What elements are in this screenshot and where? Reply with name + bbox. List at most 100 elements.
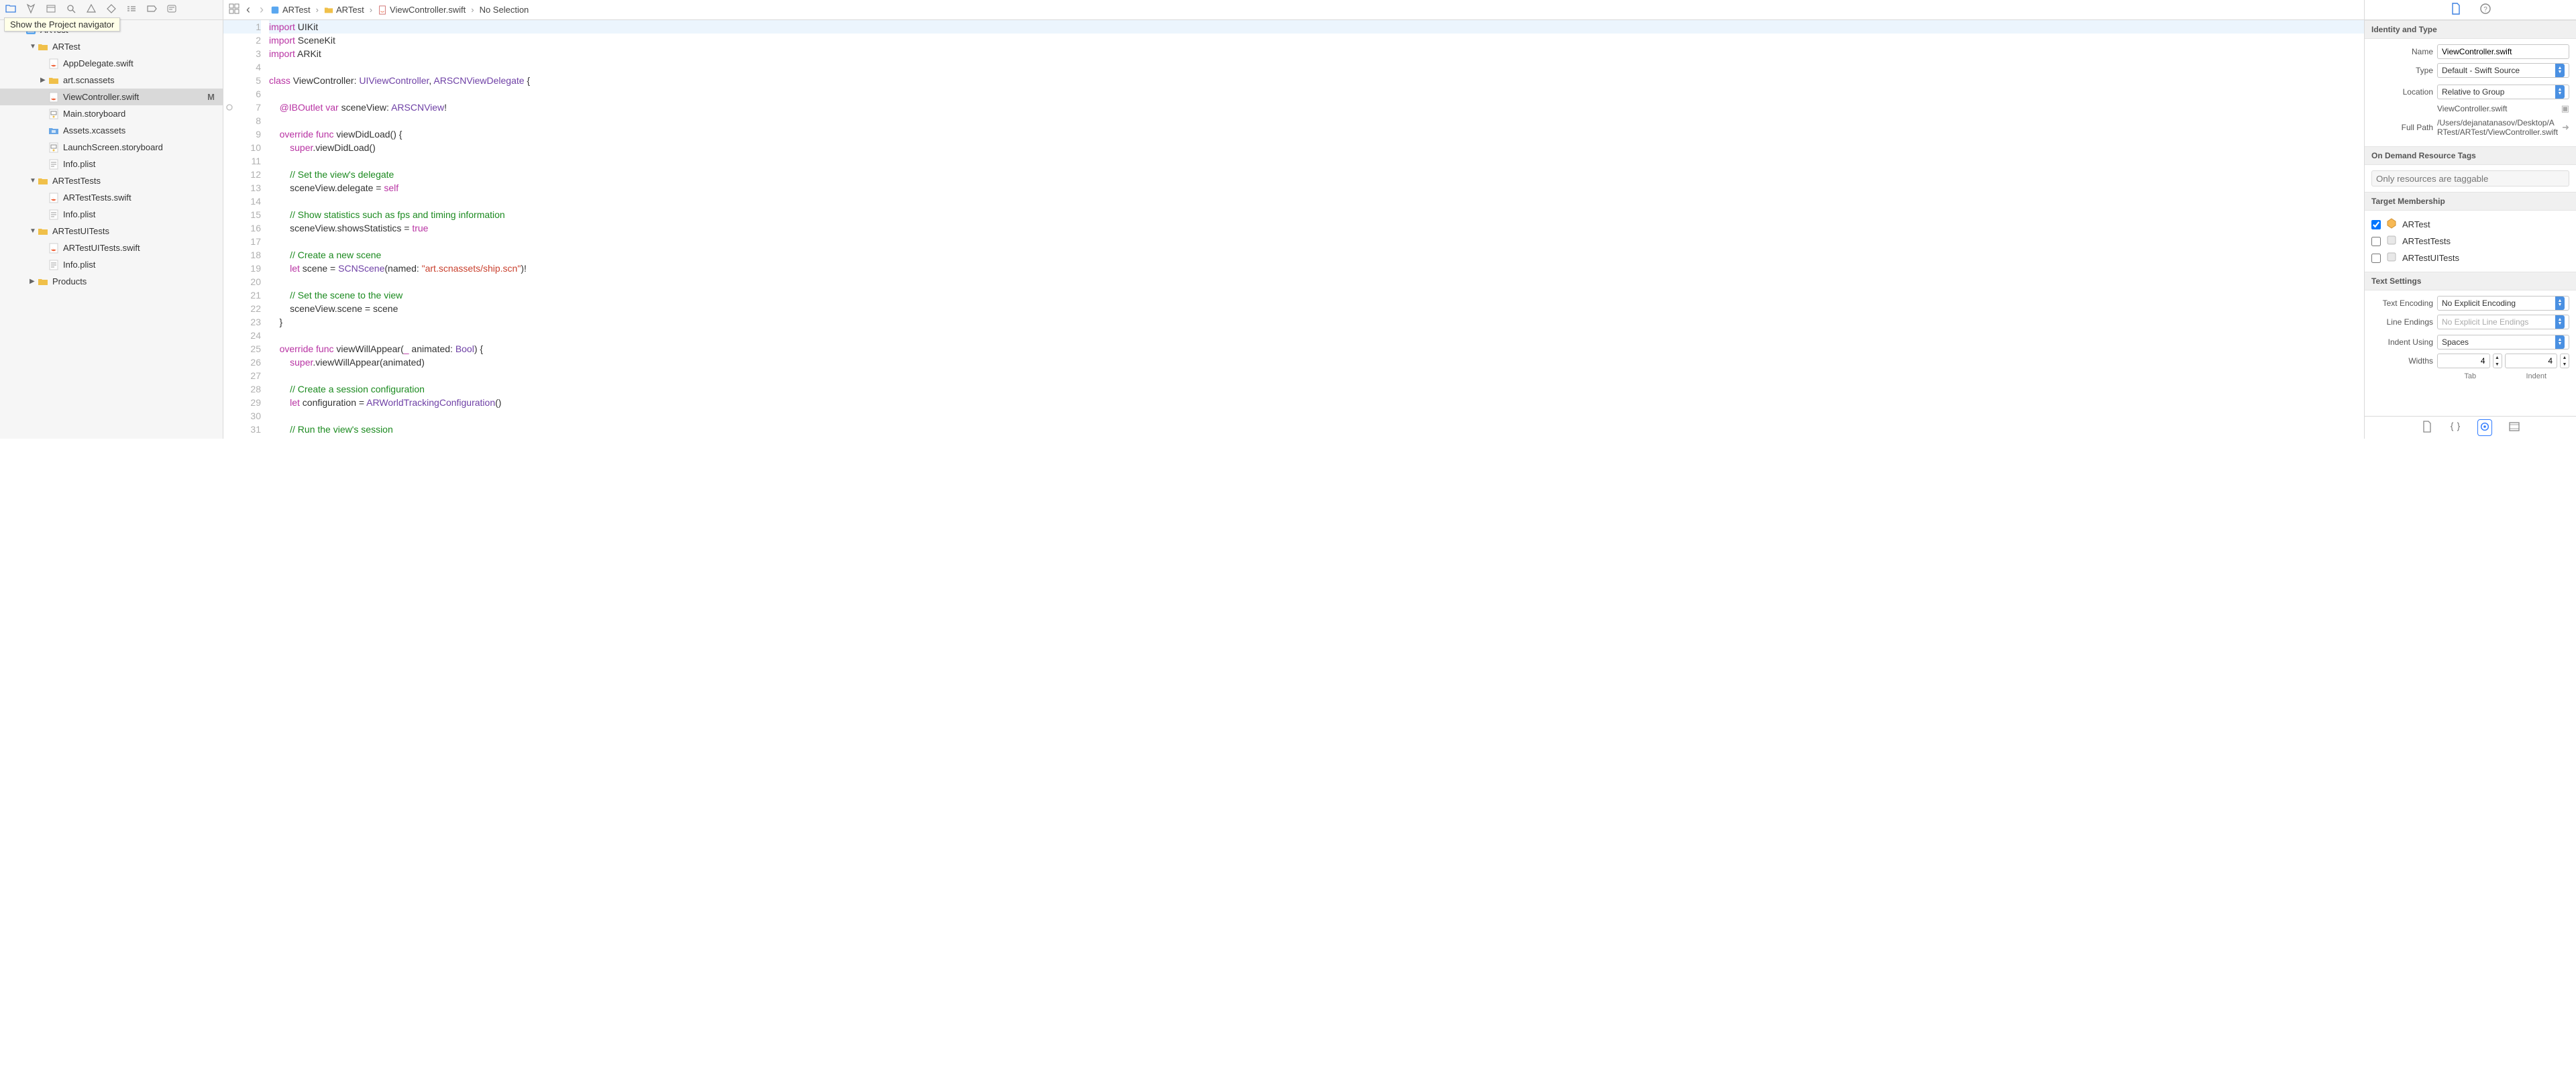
target-checkbox[interactable] (2371, 220, 2381, 229)
tree-item-label: Info.plist (63, 260, 95, 270)
encoding-label: Text Encoding (2371, 299, 2433, 308)
breadcrumb-file[interactable]: ViewController.swift (378, 5, 466, 15)
chevron-icon: › (470, 5, 475, 15)
svg-text:?: ? (2483, 6, 2487, 13)
indent-width-stepper[interactable]: ▲▼ (2560, 354, 2569, 368)
disclosure-triangle-icon[interactable]: ▼ (30, 227, 38, 235)
tree-row[interactable]: ▶ art.scnassets (0, 72, 223, 89)
indent-using-select[interactable]: Spaces▲▼ (2437, 335, 2569, 349)
tab-width-field[interactable] (2437, 354, 2490, 368)
source-control-icon[interactable] (25, 3, 36, 16)
tree-item-label: ARTestTests (52, 176, 101, 186)
chevron-icon: › (315, 5, 320, 15)
indent-using-label: Indent Using (2371, 337, 2433, 347)
back-button[interactable]: ‹ (244, 3, 253, 17)
tree-row[interactable]: ▼ ARTest (0, 38, 223, 55)
target-name: ARTestTests (2402, 236, 2451, 246)
indent-width-field[interactable] (2505, 354, 2558, 368)
swift-icon (48, 58, 59, 69)
location-label: Location (2371, 87, 2433, 97)
code-snippet-library-icon[interactable] (2449, 421, 2461, 435)
tree-row[interactable]: ARTestTests.swift (0, 189, 223, 206)
fullpath-label: Full Path (2371, 123, 2433, 132)
fullpath-value: /Users/dejanatanasov/Desktop/ARTest/ARTe… (2437, 118, 2558, 137)
swift-icon (48, 193, 59, 203)
disclosure-triangle-icon[interactable]: ▼ (30, 43, 38, 50)
location-select[interactable]: Relative to Group▲▼ (2437, 85, 2569, 99)
report-nav-icon[interactable] (166, 3, 177, 16)
test-nav-icon[interactable] (106, 3, 117, 16)
tree-item-label: Info.plist (63, 159, 95, 169)
debug-nav-icon[interactable] (126, 3, 137, 16)
encoding-select[interactable]: No Explicit Encoding▲▼ (2437, 296, 2569, 311)
tree-row[interactable]: Info.plist (0, 256, 223, 273)
file-template-library-icon[interactable] (2421, 421, 2433, 435)
breadcrumb-file-label: ViewController.swift (390, 5, 466, 15)
media-library-icon[interactable] (2508, 421, 2520, 435)
text-section-title: Text Settings (2365, 272, 2576, 290)
target-icon (2386, 235, 2397, 248)
quick-help-icon[interactable]: ? (2479, 3, 2491, 17)
odr-section-title: On Demand Resource Tags (2365, 146, 2576, 165)
tree-row[interactable]: Info.plist (0, 206, 223, 223)
target-name: ARTestUITests (2402, 253, 2459, 263)
tab-width-stepper[interactable]: ▲▼ (2493, 354, 2502, 368)
type-select[interactable]: Default - Swift Source▲▼ (2437, 63, 2569, 78)
target-row: ARTestTests (2371, 233, 2569, 250)
lineendings-value: No Explicit Line Endings (2442, 317, 2528, 327)
lineendings-label: Line Endings (2371, 317, 2433, 327)
tree-row[interactable]: ▼ ARTestTests (0, 172, 223, 189)
lineendings-select[interactable]: No Explicit Line Endings▲▼ (2437, 315, 2569, 329)
tree-item-label: art.scnassets (63, 75, 115, 85)
symbol-nav-icon[interactable] (46, 3, 56, 16)
disclosure-triangle-icon[interactable]: ▶ (30, 278, 38, 285)
tree-row[interactable]: Assets.xcassets (0, 122, 223, 139)
reveal-in-finder-icon[interactable]: ➜ (2562, 122, 2569, 133)
folder-nav-icon[interactable] (5, 3, 16, 16)
target-checkbox[interactable] (2371, 254, 2381, 263)
name-field[interactable] (2437, 44, 2569, 59)
disclosure-triangle-icon[interactable]: ▶ (40, 76, 48, 84)
project-tree[interactable]: ▼ARTest▼ARTestAppDelegate.swift▶art.scna… (0, 20, 223, 439)
tree-item-label: LaunchScreen.storyboard (63, 142, 163, 152)
chevron-icon: › (368, 5, 374, 15)
identity-section-title: Identity and Type (2365, 20, 2576, 39)
disclosure-triangle-icon[interactable]: ▼ (30, 177, 38, 184)
tree-item-label: ARTestUITests (52, 226, 109, 236)
tree-row[interactable]: ARTestUITests.swift (0, 239, 223, 256)
object-library-icon[interactable] (2477, 419, 2492, 436)
tree-row[interactable]: ViewController.swiftM (0, 89, 223, 105)
library-selector-bar (2365, 416, 2576, 439)
tree-row[interactable]: AppDelegate.swift (0, 55, 223, 72)
find-nav-icon[interactable] (66, 3, 76, 16)
file-inspector-icon[interactable] (2450, 3, 2462, 17)
plist-icon (48, 260, 59, 270)
storyboard-icon (48, 142, 59, 153)
tree-row[interactable]: Info.plist (0, 156, 223, 172)
tree-row[interactable]: LaunchScreen.storyboard (0, 139, 223, 156)
indent-using-value: Spaces (2442, 337, 2469, 347)
code-content[interactable]: import UIKitimport SceneKitimport ARKit … (269, 20, 2364, 439)
tree-item-label: ARTestTests.swift (63, 193, 131, 203)
tree-row[interactable]: ▼ ARTestUITests (0, 223, 223, 239)
folder-chooser-icon[interactable]: ▣ (2561, 103, 2569, 114)
breadcrumb-project[interactable]: ARTest (270, 5, 311, 15)
related-items-icon[interactable] (229, 3, 239, 16)
breadcrumb-folder[interactable]: ARTest (324, 5, 364, 15)
target-name: ARTest (2402, 219, 2430, 229)
code-editor[interactable]: 1234567891011121314151617181920212223242… (223, 20, 2364, 439)
swift-icon (48, 243, 59, 254)
tree-row[interactable]: ▶Products (0, 273, 223, 290)
tree-item-label: ARTest (52, 42, 80, 52)
tree-item-label: Assets.xcassets (63, 125, 125, 136)
forward-button[interactable]: › (257, 3, 266, 17)
tree-row[interactable]: Main.storyboard (0, 105, 223, 122)
target-checkbox[interactable] (2371, 237, 2381, 246)
issue-nav-icon[interactable] (86, 3, 97, 16)
editor-area: ‹ › ARTest › ARTest › ViewController.swi… (223, 0, 2365, 439)
widths-label: Widths (2371, 356, 2433, 366)
tree-item-label: AppDelegate.swift (63, 58, 133, 68)
breadcrumb-selection[interactable]: No Selection (480, 5, 529, 15)
folder-y-icon (38, 42, 48, 52)
breakpoint-nav-icon[interactable] (146, 3, 157, 16)
